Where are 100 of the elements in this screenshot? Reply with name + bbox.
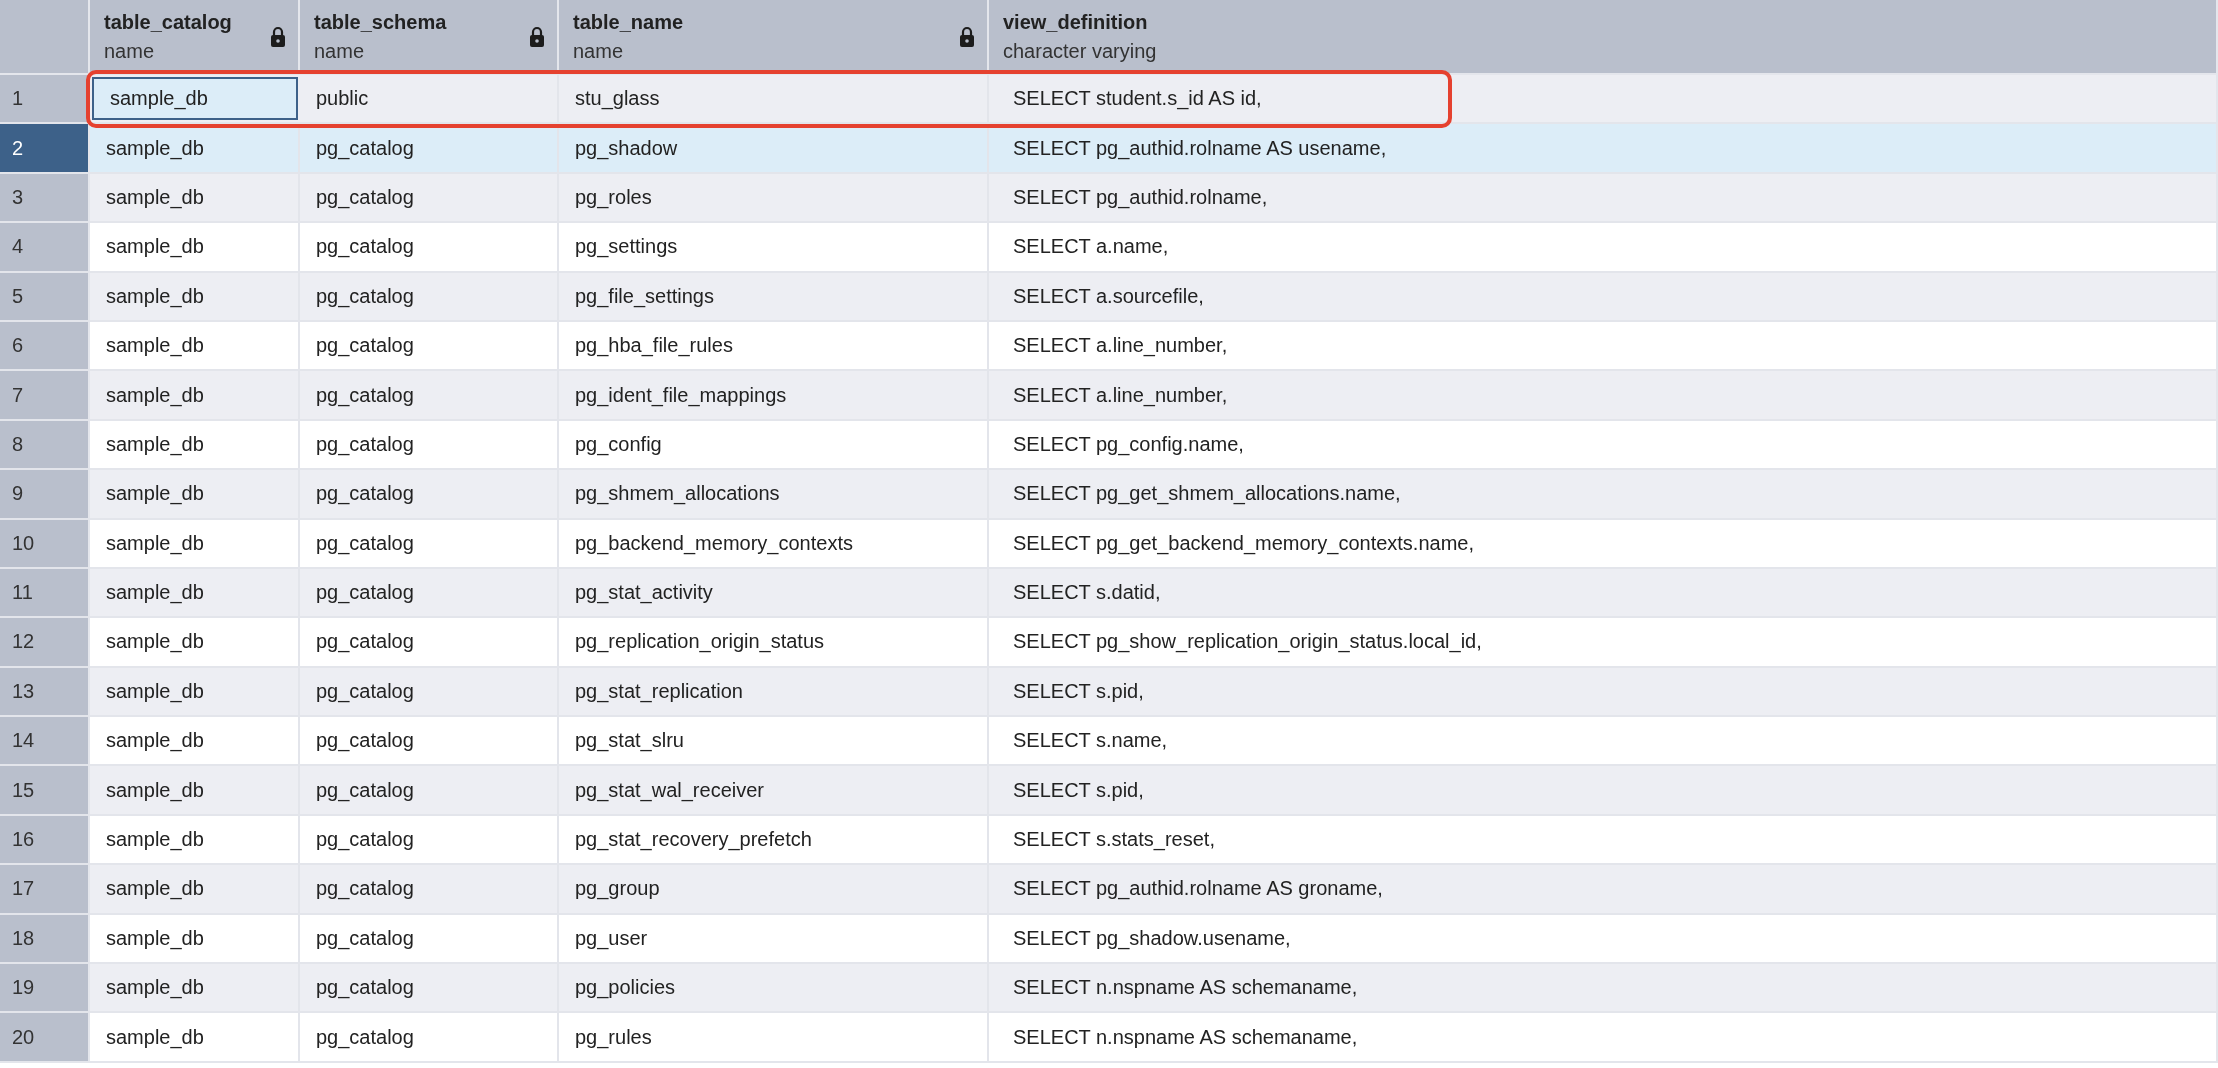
table-cell: sample_db: [90, 618, 300, 666]
table-row[interactable]: 14 sample_db pg_catalog pg_stat_slru SELECT s.name,: [0, 717, 2218, 767]
table-cell: pg_catalog: [300, 667, 559, 716]
table-cell: pg_roles: [559, 173, 989, 222]
row-number[interactable]: 10: [0, 519, 90, 567]
table-row[interactable]: 7 sample_db pg_catalog pg_ident_file_mappings SELECT a.line_number,: [0, 371, 2218, 421]
row-number[interactable]: 1: [0, 75, 90, 123]
table-row[interactable]: 11 sample_db pg_catalog pg_stat_activity SELECT s.datid,: [0, 568, 2218, 619]
table-cell: pg_catalog: [300, 815, 559, 864]
table-cell: pg_rules: [559, 1013, 989, 1061]
table-cell: pg_stat_slru: [559, 717, 989, 765]
column-header[interactable]: table_name name: [559, 0, 989, 75]
table-cell: public: [300, 75, 559, 123]
row-number[interactable]: 3: [0, 173, 90, 222]
table-cell: pg_catalog: [300, 470, 559, 518]
table-cell: pg_file_settings: [559, 272, 989, 320]
table-row[interactable]: 20 sample_db pg_catalog pg_rules SELECT n.nspname AS schemaname,: [0, 1013, 2218, 1063]
table-cell: SELECT pg_get_backend_memory_contexts.name,: [989, 519, 2218, 567]
table-cell: sample_db: [90, 914, 300, 963]
table-row[interactable]: 13 sample_db pg_catalog pg_stat_replication SELECT s.pid,: [0, 667, 2218, 718]
row-number[interactable]: 19: [0, 964, 90, 1012]
table-cell: pg_ident_file_mappings: [559, 371, 989, 419]
table-cell: pg_policies: [559, 964, 989, 1012]
row-number[interactable]: 7: [0, 371, 90, 419]
table-cell: pg_catalog: [300, 173, 559, 222]
table-cell: pg_group: [559, 865, 989, 913]
column-type: character varying: [1003, 39, 1157, 63]
row-number[interactable]: 8: [0, 420, 90, 469]
row-number[interactable]: 4: [0, 223, 90, 271]
table-cell: SELECT n.nspname AS schemaname,: [989, 1013, 2218, 1061]
table-cell: pg_user: [559, 914, 989, 963]
table-row[interactable]: 18 sample_db pg_catalog pg_user SELECT pg_shadow.usename,: [0, 914, 2218, 965]
table-row[interactable]: 3 sample_db pg_catalog pg_roles SELECT pg_authid.rolname,: [0, 173, 2218, 224]
row-number[interactable]: 13: [0, 667, 90, 716]
row-number[interactable]: 20: [0, 1013, 90, 1061]
table-cell: pg_catalog: [300, 717, 559, 765]
table-row[interactable]: 12 sample_db pg_catalog pg_replication_origin_status SELECT pg_show_replication_origin_status.local_id,: [0, 618, 2218, 668]
row-number[interactable]: 15: [0, 766, 90, 814]
table-cell: SELECT pg_show_replication_origin_status.local_id,: [989, 618, 2218, 666]
row-number[interactable]: 16: [0, 815, 90, 864]
row-number[interactable]: 6: [0, 321, 90, 370]
column-type: name: [104, 39, 156, 63]
table-cell: sample_db: [90, 1013, 300, 1061]
row-number[interactable]: 14: [0, 717, 90, 765]
row-number[interactable]: 5: [0, 272, 90, 320]
table-row[interactable]: 1 sample_db public stu_glass SELECT student.s_id AS id,: [0, 75, 2218, 125]
table-cell: SELECT a.sourcefile,: [989, 272, 2218, 320]
table-cell: sample_db: [90, 321, 300, 370]
table-cell: pg_catalog: [300, 519, 559, 567]
row-number[interactable]: 17: [0, 865, 90, 913]
table-cell: sample_db: [92, 77, 298, 121]
table-row[interactable]: 9 sample_db pg_catalog pg_shmem_allocations SELECT pg_get_shmem_allocations.name,: [0, 470, 2218, 520]
lock-icon: [529, 25, 545, 48]
table-cell: pg_stat_activity: [559, 568, 989, 617]
table-cell: pg_shmem_allocations: [559, 470, 989, 518]
table-cell: SELECT pg_authid.rolname AS usename,: [989, 124, 2218, 172]
table-cell: pg_catalog: [300, 1013, 559, 1061]
table-row[interactable]: 5 sample_db pg_catalog pg_file_settings SELECT a.sourcefile,: [0, 272, 2218, 322]
table-row[interactable]: 10 sample_db pg_catalog pg_backend_memory_contexts SELECT pg_get_backend_memory_contexts.name,: [0, 519, 2218, 569]
column-name: table_schema: [314, 10, 447, 34]
column-header[interactable]: table_schema name: [300, 0, 559, 75]
column-name: table_catalog: [104, 10, 232, 34]
table-cell: pg_shadow: [559, 124, 989, 172]
table-cell: sample_db: [90, 865, 300, 913]
table-cell: SELECT a.name,: [989, 223, 2218, 271]
table-cell: stu_glass: [559, 75, 989, 123]
row-number[interactable]: 12: [0, 618, 90, 666]
table-cell: pg_replication_origin_status: [559, 618, 989, 666]
table-cell: sample_db: [90, 470, 300, 518]
table-cell: sample_db: [90, 717, 300, 765]
column-name: view_definition: [1003, 10, 1149, 34]
row-number[interactable]: 9: [0, 470, 90, 518]
column-header[interactable]: table_catalog name: [90, 0, 300, 75]
table-cell: SELECT pg_shadow.usename,: [989, 914, 2218, 963]
row-number[interactable]: 18: [0, 914, 90, 963]
row-number[interactable]: 11: [0, 568, 90, 617]
table-cell: pg_catalog: [300, 914, 559, 963]
table-cell: sample_db: [90, 667, 300, 716]
table-row[interactable]: 6 sample_db pg_catalog pg_hba_file_rules SELECT a.line_number,: [0, 321, 2218, 372]
table-cell: SELECT pg_config.name,: [989, 420, 2218, 469]
table-row[interactable]: 17 sample_db pg_catalog pg_group SELECT pg_authid.rolname AS groname,: [0, 865, 2218, 915]
table-row[interactable]: 15 sample_db pg_catalog pg_stat_wal_receiver SELECT s.pid,: [0, 766, 2218, 816]
table-cell: pg_stat_recovery_prefetch: [559, 815, 989, 864]
table-row[interactable]: 16 sample_db pg_catalog pg_stat_recovery_prefetch SELECT s.stats_reset,: [0, 815, 2218, 866]
row-number[interactable]: 2: [0, 124, 90, 172]
table-cell: SELECT student.s_id AS id,: [989, 75, 2218, 123]
column-header[interactable]: view_definition character varying: [989, 0, 2218, 75]
lock-icon: [959, 25, 975, 48]
table-row[interactable]: 4 sample_db pg_catalog pg_settings SELECT a.name,: [0, 223, 2218, 273]
table-cell: pg_catalog: [300, 124, 559, 172]
table-cell: pg_hba_file_rules: [559, 321, 989, 370]
table-row[interactable]: 2 sample_db pg_catalog pg_shadow SELECT pg_authid.rolname AS usename,: [0, 124, 2218, 174]
table-cell: sample_db: [90, 964, 300, 1012]
table-cell: SELECT a.line_number,: [989, 321, 2218, 370]
table-cell: pg_stat_wal_receiver: [559, 766, 989, 814]
lock-icon: [270, 25, 286, 48]
table-cell: pg_catalog: [300, 568, 559, 617]
table-row[interactable]: 19 sample_db pg_catalog pg_policies SELECT n.nspname AS schemaname,: [0, 964, 2218, 1014]
table-cell: SELECT pg_authid.rolname AS groname,: [989, 865, 2218, 913]
table-row[interactable]: 8 sample_db pg_catalog pg_config SELECT pg_config.name,: [0, 420, 2218, 471]
